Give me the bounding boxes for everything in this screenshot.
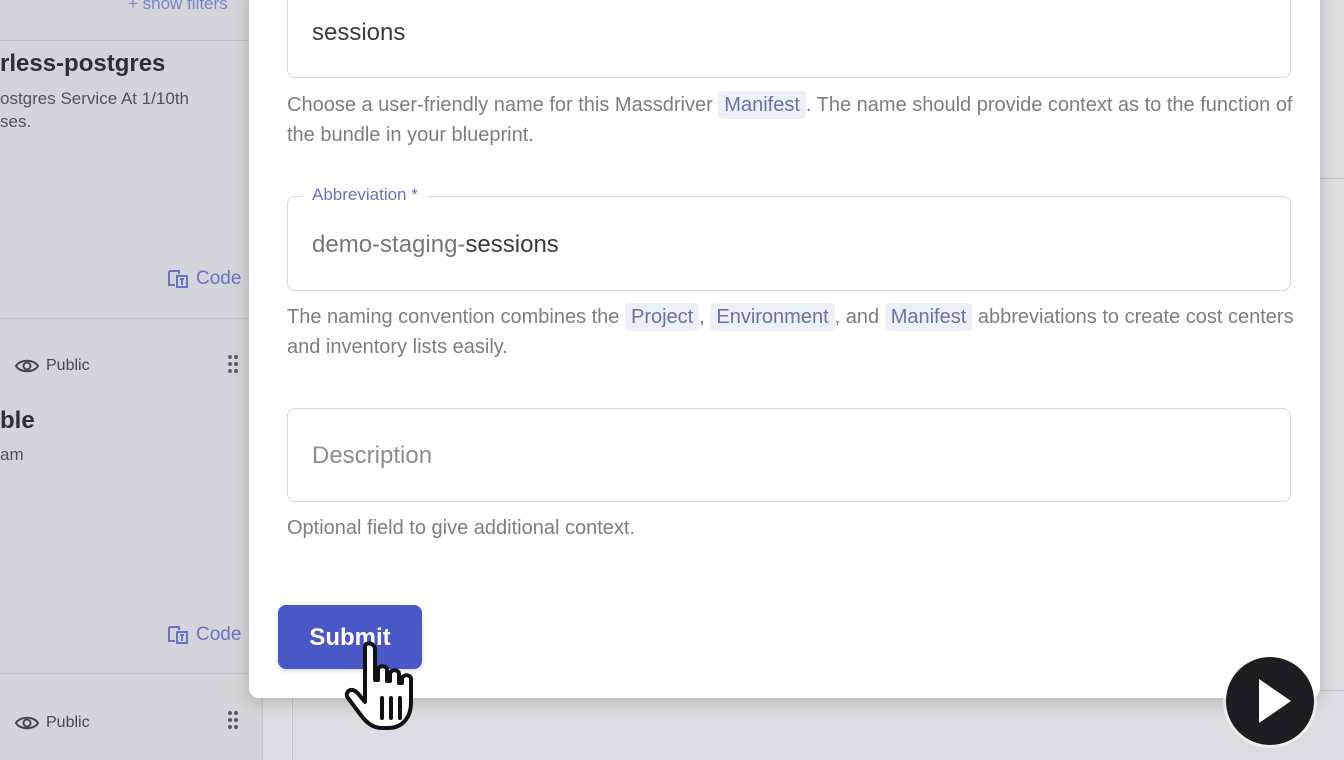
name-field-helper: Choose a user-friendly name for this Mas… (287, 90, 1297, 150)
manifest-chip: Manifest (718, 91, 806, 119)
bundle-list-sidebar: + show filters rless-postgres ostgres Se… (0, 0, 263, 760)
code-link[interactable]: Code (166, 624, 241, 646)
abbreviation-field-helper: The naming convention combines the Proje… (287, 302, 1297, 362)
abbreviation-label: Abbreviation * (302, 185, 428, 205)
name-field[interactable]: sessions (287, 0, 1291, 78)
divider (0, 673, 262, 674)
divider (1320, 178, 1344, 179)
divider (292, 690, 293, 760)
visibility-label: Public (46, 357, 90, 374)
visibility-badge: Public (14, 714, 90, 732)
code-icon (168, 626, 188, 644)
bundle-card-title[interactable]: rless-postgres (0, 50, 165, 78)
project-chip: Project (624, 303, 700, 331)
code-link-label: Code (196, 268, 242, 289)
bundle-card-title[interactable]: ble (0, 407, 35, 435)
hand-cursor-icon (344, 641, 413, 730)
visibility-label: Public (46, 714, 90, 731)
name-field-value: sessions (312, 19, 406, 46)
drag-handle-icon[interactable] (226, 355, 240, 375)
helper-text: , (699, 306, 705, 328)
manifest-chip: Manifest (884, 303, 973, 331)
show-filters-link[interactable]: + show filters (128, 0, 228, 14)
description-placeholder: Description (312, 442, 433, 469)
description-field[interactable]: Description (287, 408, 1291, 502)
eye-icon (14, 359, 40, 373)
helper-text: The naming convention combines the (287, 306, 620, 328)
abbreviation-value: sessions (465, 231, 559, 258)
abbreviation-prefix: demo-staging- (312, 231, 466, 258)
bundle-card-description: ostgres Service At 1/10th ses. (0, 89, 189, 131)
play-button[interactable] (1226, 657, 1314, 745)
create-manifest-modal: sessions Choose a user-friendly name for… (249, 0, 1320, 698)
play-icon (1259, 679, 1291, 723)
code-link[interactable]: Code (166, 268, 241, 290)
drag-handle-icon[interactable] (226, 711, 240, 731)
description-field-helper: Optional field to give additional contex… (287, 517, 635, 539)
helper-text: , and (834, 306, 880, 328)
eye-icon (14, 716, 40, 730)
code-link-label: Code (196, 624, 242, 645)
bundle-card-description: am (0, 445, 24, 464)
visibility-badge: Public (14, 357, 90, 375)
abbreviation-field-value: demo-staging-sessions (312, 231, 559, 259)
divider (0, 40, 262, 41)
helper-text: Choose a user-friendly name for this Mas… (287, 94, 713, 116)
environment-chip: Environment (710, 303, 835, 331)
code-icon (168, 270, 188, 288)
divider (0, 318, 262, 319)
abbreviation-field[interactable]: Abbreviation * demo-staging-sessions (287, 185, 1291, 291)
